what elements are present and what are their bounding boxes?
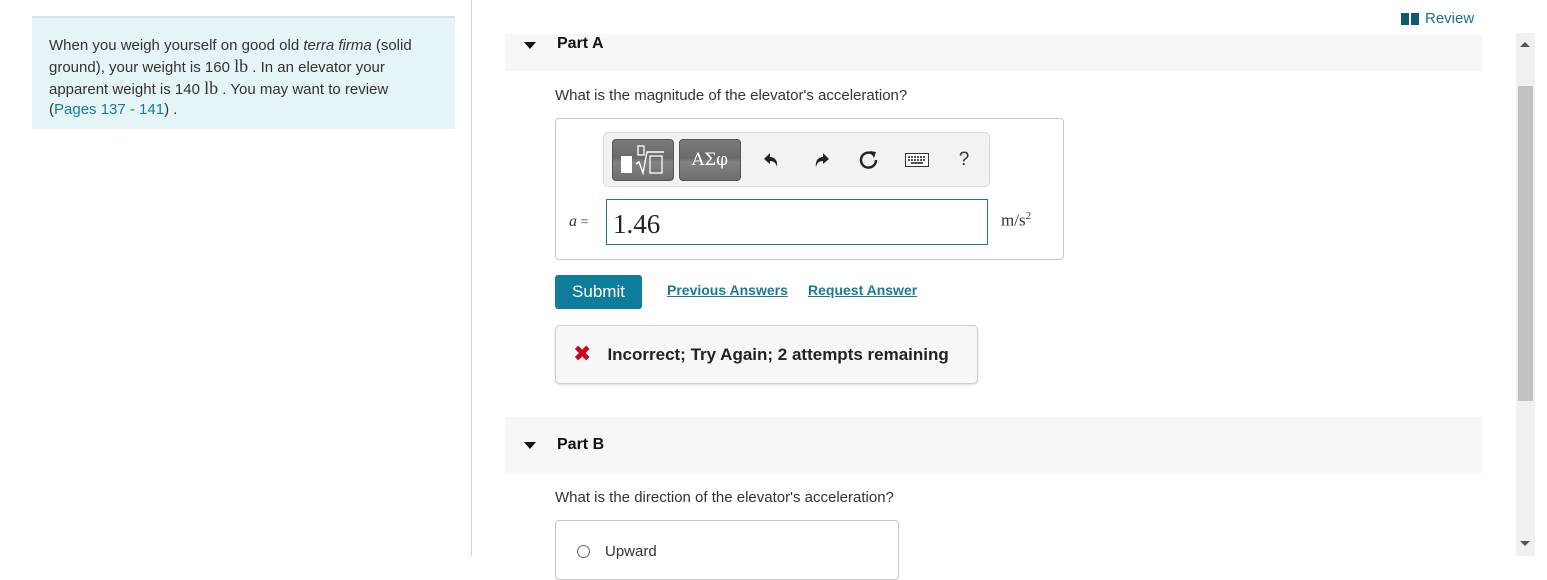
unit-lb: lb [204,78,219,98]
radio-upward[interactable] [577,545,590,558]
feedback-message: ✖ Incorrect; Try Again; 2 attempts remai… [555,325,978,384]
units-text: m/s [1001,210,1026,230]
collapse-triangle-icon[interactable] [524,441,536,449]
undo-button[interactable] [759,147,785,173]
answer-input[interactable] [606,199,988,245]
scroll-up-arrow-icon[interactable] [1520,42,1530,47]
scrollbar[interactable] [1516,33,1535,556]
pane-divider[interactable] [471,0,472,556]
x-icon: ✖ [573,342,592,367]
part-a-title: Part A [557,34,604,52]
greek-symbols-button[interactable]: ΑΣφ [679,139,741,181]
part-a-question: What is the magnitude of the elevator's … [555,87,908,104]
help-button[interactable]: ? [951,147,977,173]
problem-intro: When you weigh yourself on good old terr… [32,16,455,129]
request-answer-link[interactable]: Request Answer [808,282,917,298]
redo-icon [815,153,829,167]
undo-icon [764,153,778,167]
templates-icon [621,145,664,176]
reset-button[interactable] [856,147,882,173]
equals-sign: = [580,215,589,230]
reset-icon [859,151,878,169]
intro-text: ) . [164,101,178,118]
part-b-title: Part B [557,436,605,453]
keyboard-button[interactable] [904,147,930,173]
option-label[interactable]: Upward [605,543,657,560]
units-exponent: 2 [1025,210,1032,222]
math-toolbar: ΑΣφ ? [603,132,990,187]
collapse-triangle-icon[interactable] [524,42,536,49]
intro-italic: terra firma [303,37,372,54]
scroll-down-arrow-icon[interactable] [1520,541,1530,546]
pages-link[interactable]: Pages 137 - 141 [54,101,164,118]
variable-symbol: a [569,213,577,230]
keyboard-icon [905,153,929,167]
previous-answers-link[interactable]: Previous Answers [667,282,788,298]
redo-button[interactable] [808,147,834,173]
book-icon [1401,12,1419,25]
templates-button[interactable] [612,139,674,181]
scroll-thumb[interactable] [1518,86,1533,401]
unit-lb: lb [234,56,249,76]
part-b-header[interactable]: Part B [505,417,1482,473]
units-label: m/s2 [1001,210,1031,231]
review-link[interactable]: Review [1401,10,1474,27]
review-label: Review [1425,10,1475,27]
submit-button[interactable]: Submit [555,275,642,309]
variable-label: a = [569,213,588,231]
intro-text: When you weigh yourself on good old [49,37,304,54]
feedback-text: Incorrect; Try Again; 2 attempts remaini… [607,344,949,364]
part-a-header[interactable]: Part A [505,34,1482,71]
part-b-question: What is the direction of the elevator's … [555,489,894,506]
